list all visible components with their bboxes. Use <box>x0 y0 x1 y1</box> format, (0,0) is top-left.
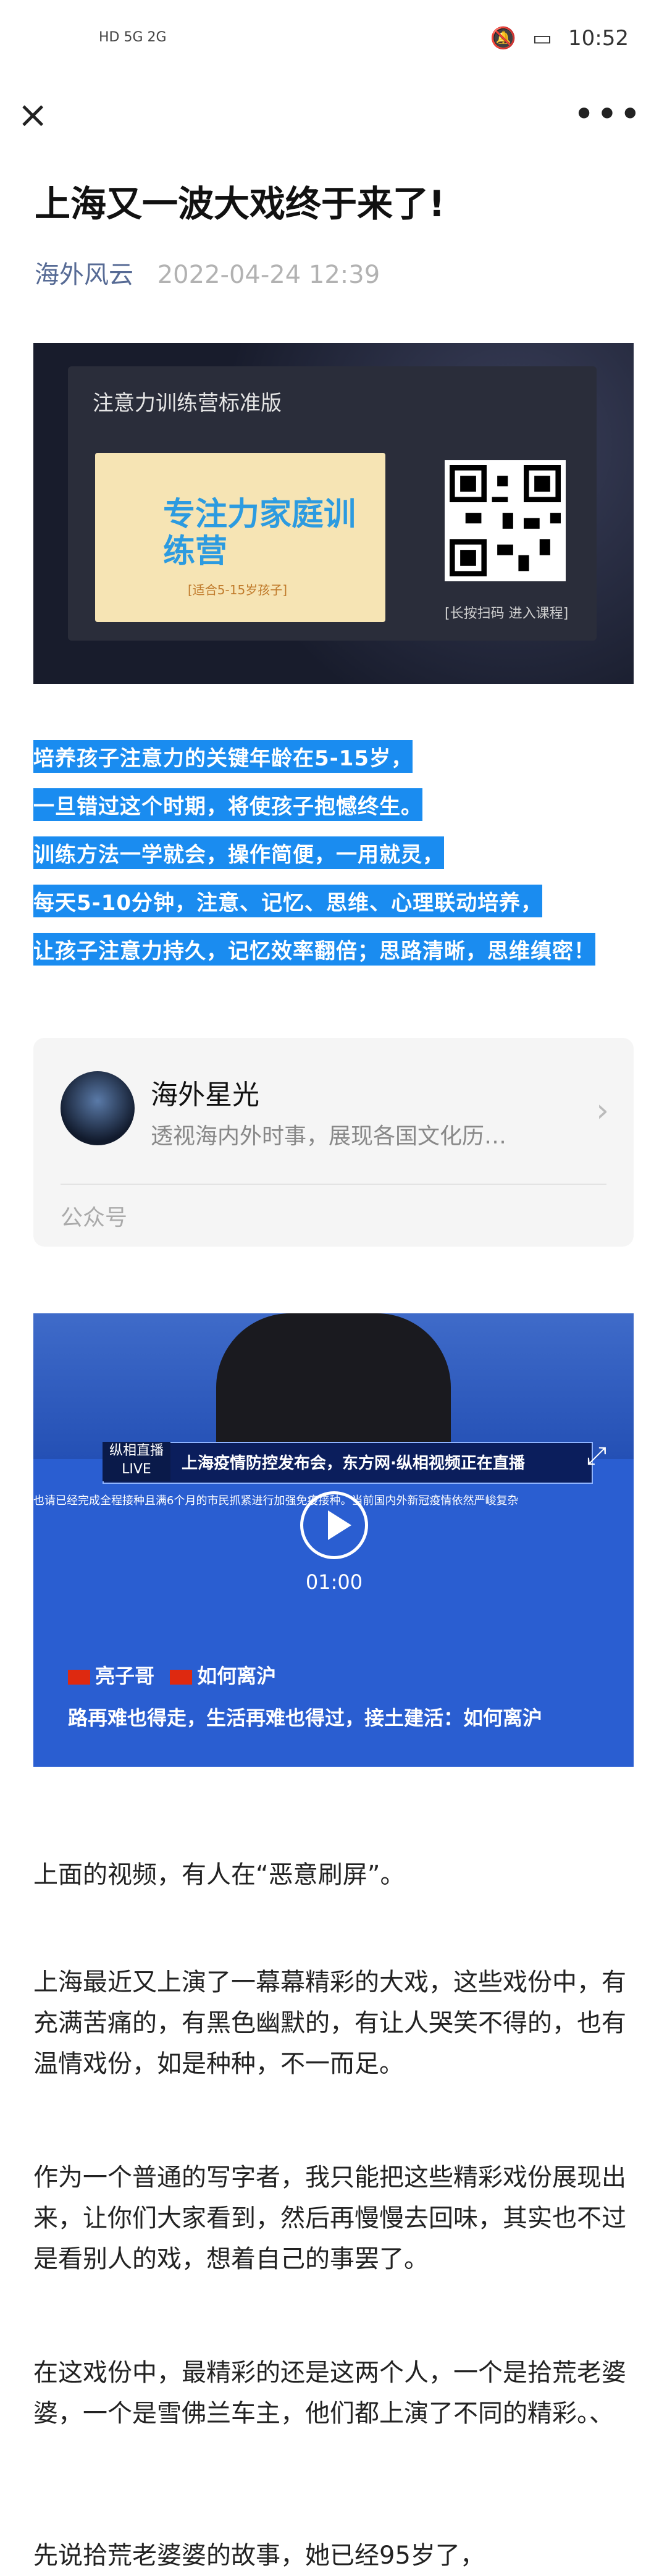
video-subtitle-user: 亮子哥 如何离沪 <box>68 1661 276 1689</box>
course-banner[interactable]: 注意力训练营标准版 专注力家庭训练营 [适合5-15岁孩子] [长按扫码 进入课… <box>33 343 634 684</box>
body-paragraph: 上面的视频，有人在“恶意刷屏”。 <box>33 1861 405 1889</box>
account-description: 透视海内外时事，展现各国文化历… <box>151 1124 507 1149</box>
live-logo: 纵相直播LIVE <box>103 1442 170 1481</box>
status-right: 🔕 ▭ 10:52 <box>490 26 629 51</box>
video-duration: 01:00 <box>305 1570 363 1594</box>
body-paragraph: 作为一个普通的写字者，我只能把这些精彩戏份展现出来，让你们大家看到，然后再慢慢去… <box>33 2163 626 2273</box>
body-paragraph: 先说拾荒老婆婆的故事，她已经95岁了， <box>33 2541 485 2570</box>
flag-icon <box>68 1670 90 1685</box>
chevron-right-icon: › <box>596 1092 609 1129</box>
top-navigation: × ••• <box>0 86 667 154</box>
battery-icon: ▭ <box>532 26 553 51</box>
qr-code-icon[interactable] <box>445 460 566 581</box>
highlight-line: 培养孩子注意力的关键年龄在5-15岁， <box>33 740 413 773</box>
status-bar: HD 5G 2G 🔕 ▭ 10:52 <box>0 0 667 86</box>
close-icon[interactable]: × <box>17 96 54 133</box>
highlight-line: 一旦错过这个时期，将使孩子抱憾终生。 <box>33 788 422 821</box>
qr-caption: [长按扫码 进入课程] <box>445 606 569 621</box>
mute-icon: 🔕 <box>490 26 516 51</box>
publish-date: 2022-04-24 12:39 <box>157 261 380 289</box>
highlight-line: 训练方法一学就会，操作简便，一用就灵， <box>33 836 444 869</box>
body-paragraph: 在这戏份中，最精彩的还是这两个人，一个是拾荒老婆婆，一个是雪佛兰车主，他们都上演… <box>33 2359 626 2428</box>
poster-title: 专注力家庭训练营 <box>163 496 356 570</box>
signal-icon: HD 5G 2G <box>99 30 167 45</box>
article-meta: 海外风云 2022-04-24 12:39 <box>35 255 380 290</box>
highlight-line: 每天5-10分钟，注意、记忆、思维、心理联动培养， <box>33 885 543 917</box>
account-card[interactable]: 海外星光 透视海内外时事，展现各国文化历… › 公众号 <box>33 1038 634 1247</box>
more-options-icon[interactable]: ••• <box>573 93 642 136</box>
flag-icon <box>170 1670 193 1685</box>
divider <box>61 1184 606 1185</box>
poster-subtitle: [适合5-15岁孩子] <box>188 583 287 597</box>
fullscreen-icon[interactable]: ⤢ <box>578 1442 615 1479</box>
course-poster: 专注力家庭训练营 [适合5-15岁孩子] <box>95 453 385 622</box>
broadcast-caption: 上海疫情防控发布会，东方网·纵相视频正在直播 <box>182 1454 525 1473</box>
highlight-line: 让孩子注意力持久，记忆效率翻倍；思路清晰，思维缜密！ <box>33 933 595 966</box>
account-name: 海外星光 <box>151 1079 259 1111</box>
video-player[interactable]: 纵相直播LIVE 上海疫情防控发布会，东方网·纵相视频正在直播 也请已经完成全程… <box>33 1313 634 1767</box>
avatar <box>61 1071 135 1145</box>
author-link[interactable]: 海外风云 <box>35 261 133 289</box>
play-icon[interactable] <box>300 1491 368 1559</box>
network-indicators: HD 5G 2G <box>99 30 167 45</box>
body-paragraph: 上海最近又上演了一幕幕精彩的大戏，这些戏份中，有充满苦痛的，有黑色幽默的，有让人… <box>33 1968 626 2078</box>
account-type: 公众号 <box>61 1205 128 1231</box>
article-title: 上海又一波大戏终于来了! <box>35 183 445 225</box>
video-subtitle-line: 路再难也得走，生活再难也得过，接土建活：如何离沪 <box>68 1706 543 1730</box>
banner-title: 注意力训练营标准版 <box>93 391 282 416</box>
clock: 10:52 <box>568 26 629 51</box>
speaker-figure <box>216 1313 451 1459</box>
